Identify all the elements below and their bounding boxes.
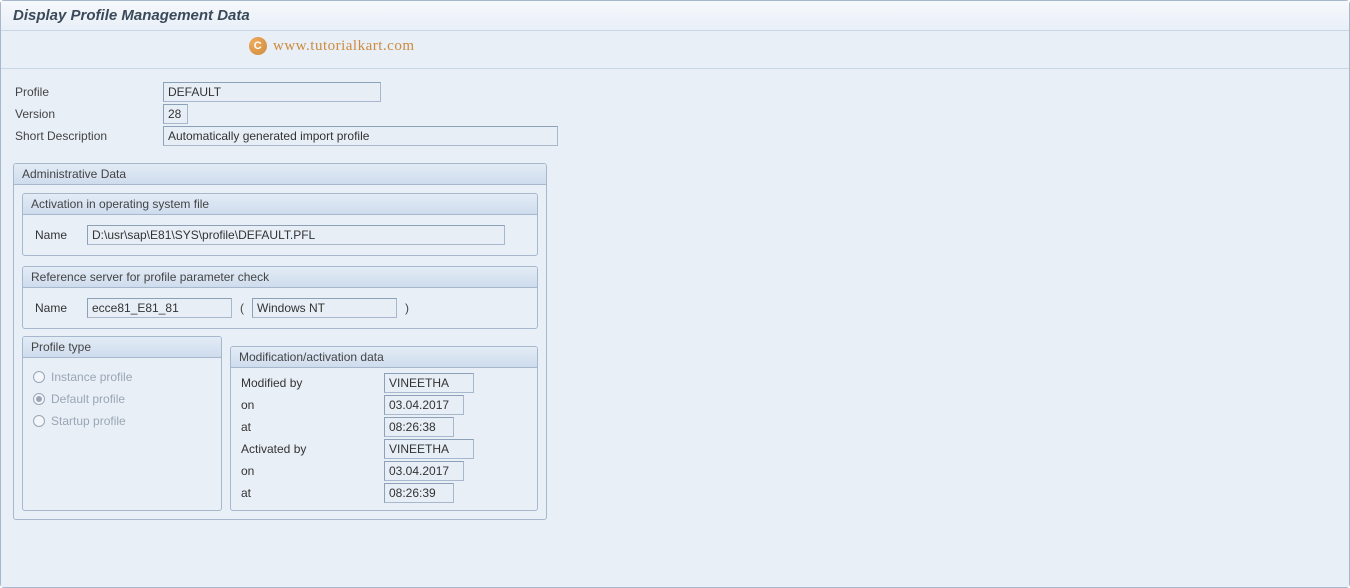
legend-activation-file: Activation in operating system file bbox=[23, 194, 537, 215]
row-profile: Profile bbox=[13, 81, 1337, 103]
legend-profile-type: Profile type bbox=[23, 337, 221, 358]
radio-instance-profile: Instance profile bbox=[33, 366, 211, 388]
label-modified-on: on bbox=[239, 398, 384, 412]
input-profile bbox=[163, 82, 381, 102]
label-version: Version bbox=[13, 107, 163, 121]
row-short-description: Short Description bbox=[13, 125, 1337, 147]
label-file-name: Name bbox=[31, 228, 81, 242]
watermark: C www.tutorialkart.com bbox=[249, 37, 415, 55]
label-modified-by: Modified by bbox=[239, 376, 384, 390]
label-activated-at: at bbox=[239, 486, 384, 500]
input-modified-at bbox=[384, 417, 454, 437]
input-version bbox=[163, 104, 188, 124]
input-file-name bbox=[87, 225, 505, 245]
app-window: Display Profile Management Data C www.tu… bbox=[0, 0, 1350, 588]
legend-reference-server: Reference server for profile parameter c… bbox=[23, 267, 537, 288]
label-activated-by: Activated by bbox=[239, 442, 384, 456]
paren-close: ) bbox=[397, 301, 417, 315]
input-modified-on bbox=[384, 395, 464, 415]
page-title: Display Profile Management Data bbox=[1, 1, 1349, 31]
row-version: Version bbox=[13, 103, 1337, 125]
fieldset-reference-server: Reference server for profile parameter c… bbox=[22, 266, 538, 329]
radio-icon bbox=[33, 393, 45, 405]
content-area: Profile Version Short Description Admini… bbox=[1, 69, 1349, 587]
label-activated-on: on bbox=[239, 464, 384, 478]
fieldset-activation-file: Activation in operating system file Name bbox=[22, 193, 538, 256]
fieldset-admin-data: Administrative Data Activation in operat… bbox=[13, 163, 547, 520]
fieldset-profile-type: Profile type Instance profile Default pr… bbox=[22, 336, 222, 511]
radio-label-startup: Startup profile bbox=[51, 414, 126, 428]
input-activated-at bbox=[384, 483, 454, 503]
input-activated-by bbox=[384, 439, 474, 459]
radio-default-profile: Default profile bbox=[33, 388, 211, 410]
watermark-text: www.tutorialkart.com bbox=[273, 38, 415, 55]
input-server-name bbox=[87, 298, 232, 318]
label-server-name: Name bbox=[31, 301, 81, 315]
input-modified-by bbox=[384, 373, 474, 393]
label-short-description: Short Description bbox=[13, 129, 163, 143]
fieldset-modification-data: Modification/activation data Modified by… bbox=[230, 346, 538, 511]
label-modified-at: at bbox=[239, 420, 384, 434]
radio-icon bbox=[33, 371, 45, 383]
label-profile: Profile bbox=[13, 85, 163, 99]
radio-label-instance: Instance profile bbox=[51, 370, 132, 384]
input-activated-on bbox=[384, 461, 464, 481]
input-short-description bbox=[163, 126, 558, 146]
legend-modification-data: Modification/activation data bbox=[231, 347, 537, 368]
radio-startup-profile: Startup profile bbox=[33, 410, 211, 432]
input-server-os bbox=[252, 298, 397, 318]
radio-label-default: Default profile bbox=[51, 392, 125, 406]
paren-open: ( bbox=[232, 301, 252, 315]
legend-admin-data: Administrative Data bbox=[14, 164, 546, 185]
toolbar: C www.tutorialkart.com bbox=[1, 31, 1349, 69]
radio-icon bbox=[33, 415, 45, 427]
copyright-icon: C bbox=[249, 37, 267, 55]
